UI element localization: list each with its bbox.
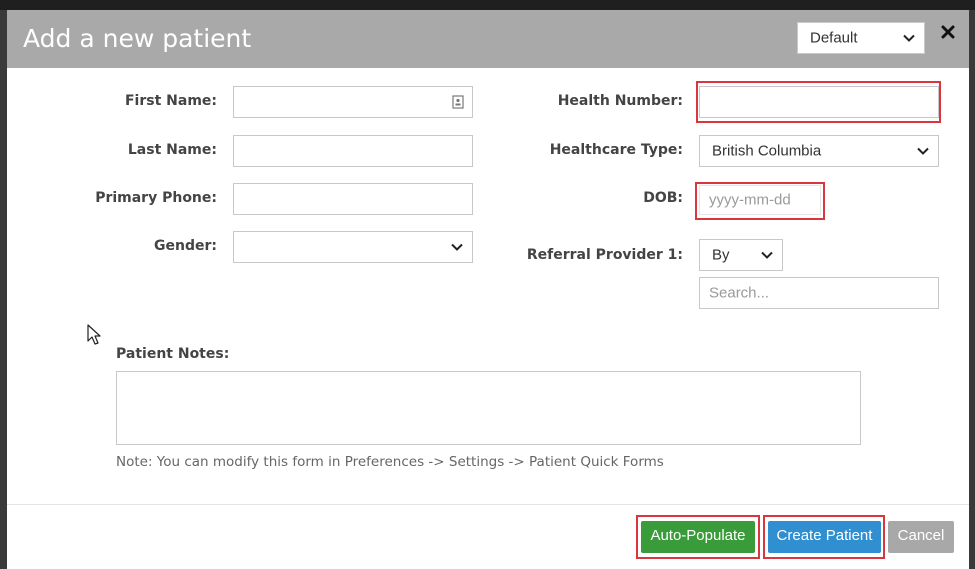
first-name-input[interactable] [233, 86, 473, 118]
last-name-label: Last Name: [127, 142, 217, 158]
contact-card-icon [452, 95, 464, 109]
referral-provider-label: Referral Provider 1: [526, 247, 683, 263]
dialog-title: Add a new patient [23, 24, 252, 53]
dialog-header: Add a new patient Default [7, 10, 969, 68]
health-number-label: Health Number: [557, 93, 683, 109]
healthcare-type-label: Healthcare Type: [549, 142, 683, 158]
dob-label: DOB: [643, 190, 683, 206]
primary-phone-input[interactable] [233, 183, 473, 215]
create-patient-highlight [763, 515, 885, 559]
form-template-select[interactable]: Default [797, 22, 925, 54]
patient-notes-textarea[interactable] [116, 371, 861, 445]
referral-search-placeholder: Search... [709, 284, 770, 302]
chevron-down-icon [451, 243, 463, 251]
gender-select[interactable] [233, 231, 473, 263]
referral-by-select[interactable]: By [699, 239, 783, 271]
referral-search-input[interactable]: Search... [699, 277, 939, 309]
form-settings-note: Note: You can modify this form in Prefer… [116, 454, 664, 470]
chevron-down-icon [917, 147, 929, 155]
mouse-cursor-icon [87, 324, 101, 345]
health-number-highlight [696, 81, 941, 123]
dob-highlight [695, 182, 825, 220]
healthcare-type-select[interactable]: British Columbia [699, 135, 939, 167]
primary-phone-label: Primary Phone: [95, 190, 217, 206]
cancel-button[interactable]: Cancel [888, 521, 954, 553]
healthcare-type-value: British Columbia [712, 142, 822, 160]
last-name-input[interactable] [233, 135, 473, 167]
first-name-label: First Name: [124, 93, 217, 109]
auto-populate-highlight [636, 515, 760, 559]
chevron-down-icon [903, 34, 915, 42]
referral-by-value: By [712, 246, 730, 264]
chevron-down-icon [761, 251, 773, 259]
add-patient-dialog: Add a new patient Default First Name: La… [7, 10, 969, 569]
background-strip [0, 0, 975, 10]
patient-notes-label: Patient Notes: [116, 346, 230, 362]
close-icon[interactable] [940, 24, 956, 40]
footer-divider [7, 504, 969, 505]
gender-label: Gender: [154, 238, 217, 254]
form-template-value: Default [810, 29, 858, 47]
